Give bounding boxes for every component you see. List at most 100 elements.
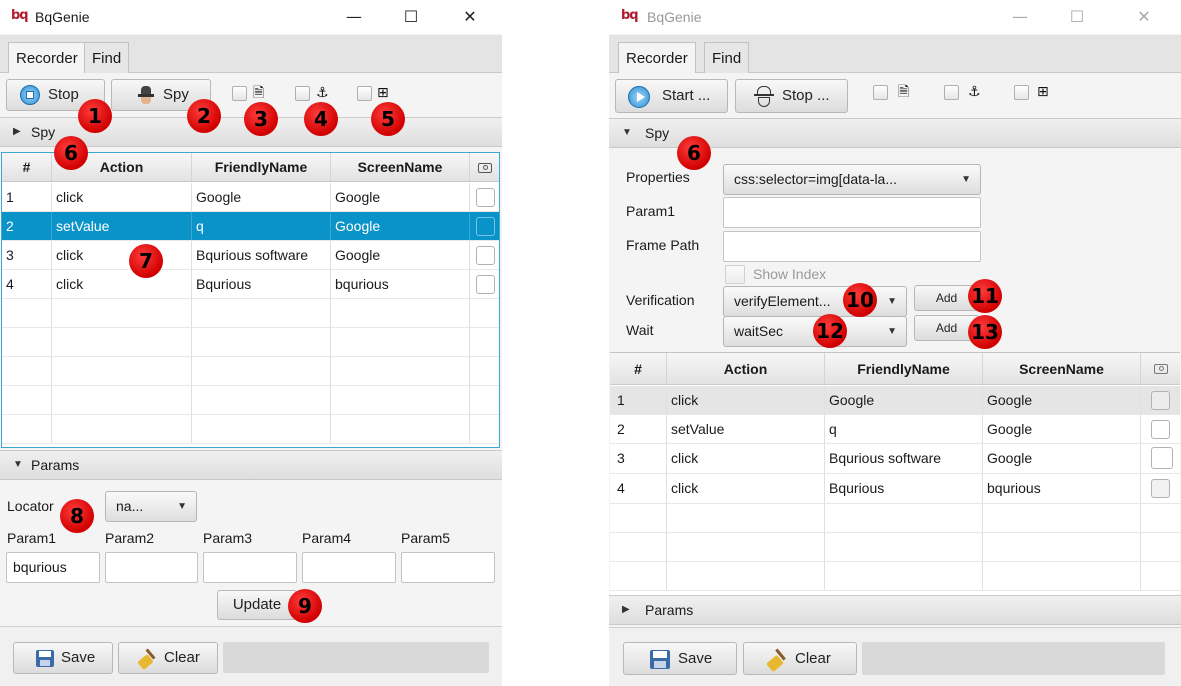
broom-icon <box>766 648 790 673</box>
table-row[interactable]: 2 setValue q Google <box>610 415 1180 444</box>
clear-label: Clear <box>164 649 200 666</box>
annotation-badge: 7 <box>129 244 163 278</box>
properties-dropdown[interactable]: css:selector=img[data-la... ▼ <box>723 164 981 195</box>
locator-dropdown[interactable]: na... ▼ <box>105 491 197 522</box>
start-button[interactable]: Start ... <box>615 79 728 113</box>
row-friendly-name: Google <box>192 183 331 211</box>
maximize-button[interactable]: ☐ <box>396 7 426 27</box>
table-row[interactable]: 4 click Bqurious bqurious <box>610 474 1180 504</box>
tab-find[interactable]: Find <box>704 42 750 73</box>
header-friendly-name[interactable]: FriendlyName <box>192 153 331 181</box>
header-num[interactable]: # <box>610 353 667 384</box>
locator-label: Locator <box>7 498 54 514</box>
clear-button[interactable]: Clear <box>743 642 857 675</box>
close-button[interactable]: ✕ <box>1129 7 1159 27</box>
page-icon: 🗎 <box>898 84 910 100</box>
page-icon: 🗎 <box>253 85 265 101</box>
table-row-empty <box>2 328 499 357</box>
params-section-header[interactable]: ▶ Params <box>609 595 1181 625</box>
minimize-button[interactable]: — <box>1005 7 1035 27</box>
param1-input[interactable]: bqurious <box>6 552 100 583</box>
spy-section-label: Spy <box>31 124 56 140</box>
camera-icon[interactable] <box>1141 353 1180 384</box>
steps-table[interactable]: # Action FriendlyName ScreenName 1 click… <box>610 352 1180 596</box>
table-row[interactable]: 3 click Bqurious software Google <box>610 444 1180 474</box>
verification-dropdown[interactable]: verifyElement... ▼ <box>723 286 907 317</box>
param2-input[interactable] <box>105 552 198 583</box>
spy-label: Spy <box>163 86 189 103</box>
table-row[interactable]: 1 click Google Google <box>2 183 499 212</box>
verification-value: verifyElement... <box>734 293 831 309</box>
tab-recorder[interactable]: Recorder <box>618 42 696 74</box>
table-row[interactable]: 3 click Bqurious software Google <box>2 241 499 270</box>
row-num: 2 <box>2 212 52 240</box>
table-row-selected[interactable]: 2 setValue q Google <box>2 212 499 241</box>
locator-value: na... <box>116 498 144 514</box>
anchor-toggle-checkbox[interactable] <box>944 85 959 100</box>
row-screen-name: bqurious <box>983 474 1141 503</box>
status-bar <box>862 642 1165 675</box>
annotation-badge: 10 <box>843 283 877 317</box>
stop-spy-button[interactable]: Stop ... <box>735 79 848 113</box>
annotation-badge: 8 <box>60 499 94 533</box>
tab-recorder[interactable]: Recorder <box>8 42 86 74</box>
frame-path-label: Frame Path <box>626 237 700 253</box>
param1-label: Param1 <box>626 203 676 219</box>
table-row-selected[interactable]: 1 click Google Google <box>610 386 1180 415</box>
row-screen-name: bqurious <box>331 270 470 298</box>
stop-spy-label: Stop ... <box>782 87 830 104</box>
title-bar[interactable]: bq BqGenie — ☐ ✕ <box>0 0 502 34</box>
row-checkbox[interactable] <box>1151 420 1170 439</box>
row-checkbox-cell <box>1141 474 1180 503</box>
update-button[interactable]: Update <box>217 590 297 620</box>
header-friendly-name[interactable]: FriendlyName <box>825 353 983 384</box>
frame-path-input[interactable] <box>723 231 981 262</box>
footer-bar: Save Clear <box>609 627 1181 686</box>
camera-icon[interactable] <box>470 153 499 181</box>
header-screen-name[interactable]: ScreenName <box>331 153 470 181</box>
page-toggle-checkbox[interactable] <box>873 85 888 100</box>
row-checkbox[interactable] <box>1151 479 1170 498</box>
chevron-down-icon: ▼ <box>177 501 187 512</box>
param5-input[interactable] <box>401 552 495 583</box>
clear-button[interactable]: Clear <box>118 642 218 674</box>
wait-label: Wait <box>626 322 654 338</box>
properties-label: Properties <box>626 169 690 185</box>
params-section-header[interactable]: ▼ Params <box>0 450 502 480</box>
row-checkbox[interactable] <box>1151 447 1173 469</box>
table-toggle-checkbox[interactable] <box>357 86 372 101</box>
param1-input[interactable] <box>723 197 981 228</box>
row-checkbox[interactable] <box>476 217 495 236</box>
table-toggle-checkbox[interactable] <box>1014 85 1029 100</box>
header-action[interactable]: Action <box>667 353 825 384</box>
close-button[interactable]: ✕ <box>455 7 485 27</box>
row-screen-name: Google <box>983 444 1141 473</box>
param3-input[interactable] <box>203 552 297 583</box>
page-toggle-checkbox[interactable] <box>232 86 247 101</box>
steps-table[interactable]: # Action FriendlyName ScreenName 1 click… <box>1 152 500 448</box>
show-index-checkbox[interactable] <box>725 265 745 284</box>
play-icon <box>628 86 650 108</box>
spy-icon <box>138 86 154 104</box>
title-bar[interactable]: bq BqGenie — ☐ ✕ <box>609 0 1181 34</box>
params-section-label: Params <box>645 602 694 618</box>
param4-input[interactable] <box>302 552 396 583</box>
row-checkbox[interactable] <box>476 275 495 294</box>
table-row[interactable]: 4 click Bqurious bqurious <box>2 270 499 299</box>
save-button[interactable]: Save <box>13 642 113 674</box>
row-checkbox[interactable] <box>476 188 495 207</box>
header-num[interactable]: # <box>2 153 52 181</box>
row-checkbox[interactable] <box>476 246 495 265</box>
header-screen-name[interactable]: ScreenName <box>983 353 1141 384</box>
row-friendly-name: Bqurious software <box>192 241 331 269</box>
toolbar: Start ... Stop ... 🗎 ⚓ ⊞ <box>609 73 1181 117</box>
minimize-button[interactable]: — <box>339 7 369 27</box>
collapse-arrow-icon: ▼ <box>13 459 23 470</box>
param5-label: Param5 <box>401 530 451 546</box>
maximize-button[interactable]: ☐ <box>1062 7 1092 27</box>
tab-find[interactable]: Find <box>84 42 130 73</box>
row-action: click <box>52 241 192 269</box>
save-button[interactable]: Save <box>623 642 737 675</box>
row-checkbox[interactable] <box>1151 391 1170 410</box>
anchor-toggle-checkbox[interactable] <box>295 86 310 101</box>
